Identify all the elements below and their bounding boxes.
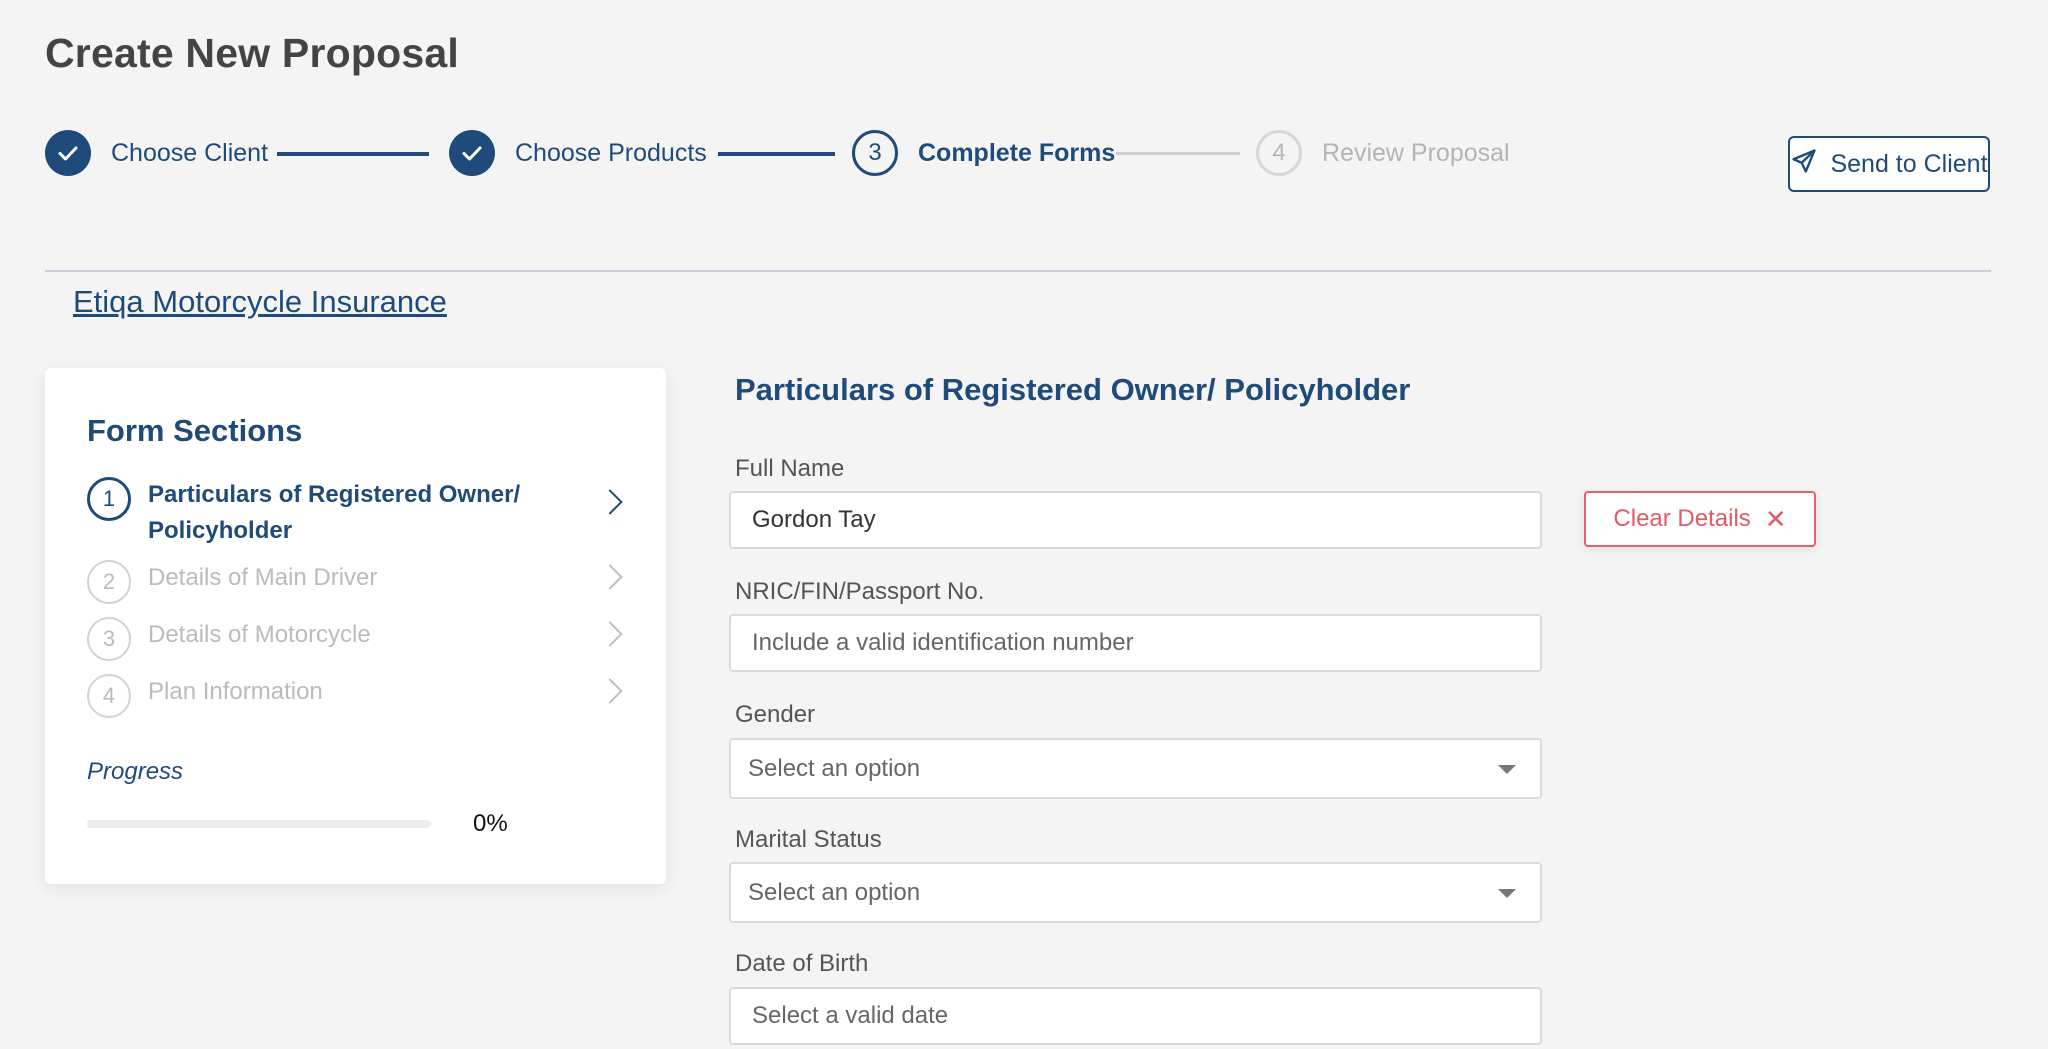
step-connector [277,152,429,156]
gender-select[interactable]: Select an option [729,738,1542,799]
dob-label: Date of Birth [735,950,869,977]
form-sections-card: Form Sections 1 Particulars of Registere… [45,368,666,884]
progress-value: 0% [473,810,508,837]
section-item-owner[interactable]: 1 Particulars of Registered Owner/ Polic… [87,477,627,549]
section-item-main-driver[interactable]: 2 Details of Main Driver [87,560,627,604]
gender-label: Gender [735,701,816,728]
send-button-label: Send to Client [1830,149,1988,178]
section-label: Particulars of Registered Owner/ Policyh… [148,481,521,544]
clear-details-label: Clear Details [1613,505,1751,532]
paper-plane-icon [1790,147,1818,182]
chevron-right-icon [597,564,623,590]
marital-status-placeholder: Select an option [748,878,921,906]
section-number: 2 [87,560,131,604]
full-name-input[interactable]: Gordon Tay [729,491,1542,549]
section-number: 4 [87,674,131,718]
nric-input[interactable]: Include a valid identification number [729,614,1542,672]
section-item-motorcycle[interactable]: 3 Details of Motorcycle [87,617,627,661]
step-review-proposal[interactable]: 4 Review Proposal [1256,128,1510,178]
section-number: 1 [87,477,131,521]
section-label: Plan Information [148,678,323,705]
dob-placeholder: Select a valid date [752,1002,949,1029]
step-label: Choose Products [515,138,707,167]
product-link[interactable]: Etiqa Motorcycle Insurance [73,284,447,320]
progress-bar [87,820,431,828]
progress-label: Progress [87,758,184,785]
step-label: Complete Forms [918,138,1116,167]
header-divider [45,270,1991,272]
send-to-client-button[interactable]: Send to Client [1788,136,1990,192]
step-choose-products[interactable]: Choose Products [449,128,707,178]
step-number: 4 [1256,130,1302,176]
chevron-right-icon [597,678,623,704]
check-icon [45,130,91,176]
step-connector [1116,152,1240,155]
section-label: Details of Main Driver [148,564,378,591]
full-name-value: Gordon Tay [752,506,876,533]
section-number: 3 [87,617,131,661]
chevron-right-icon [597,489,623,515]
nric-label: NRIC/FIN/Passport No. [735,578,985,605]
step-label: Choose Client [111,138,269,167]
progress-stepper: Choose Client Choose Products 3 Complete… [45,128,1545,178]
nric-placeholder: Include a valid identification number [752,629,1134,656]
sections-title: Form Sections [87,413,303,448]
chevron-right-icon [597,621,623,647]
step-number: 3 [852,130,898,176]
close-icon: ✕ [1764,503,1787,534]
step-label: Review Proposal [1322,138,1510,167]
step-complete-forms[interactable]: 3 Complete Forms [852,128,1115,178]
marital-status-label: Marital Status [735,826,882,853]
step-choose-client[interactable]: Choose Client [45,128,268,178]
full-name-label: Full Name [735,455,845,482]
gender-placeholder: Select an option [748,754,921,782]
clear-details-button[interactable]: Clear Details ✕ [1584,491,1816,547]
marital-status-select[interactable]: Select an option [729,862,1542,923]
dob-input[interactable]: Select a valid date [729,987,1542,1045]
form-title: Particulars of Registered Owner/ Policyh… [735,372,1411,407]
section-item-plan[interactable]: 4 Plan Information [87,674,627,718]
page-title: Create New Proposal [45,30,459,76]
caret-down-icon [1498,889,1516,898]
check-icon [449,130,495,176]
caret-down-icon [1498,765,1516,774]
section-label: Details of Motorcycle [148,621,371,648]
step-connector [718,152,835,156]
